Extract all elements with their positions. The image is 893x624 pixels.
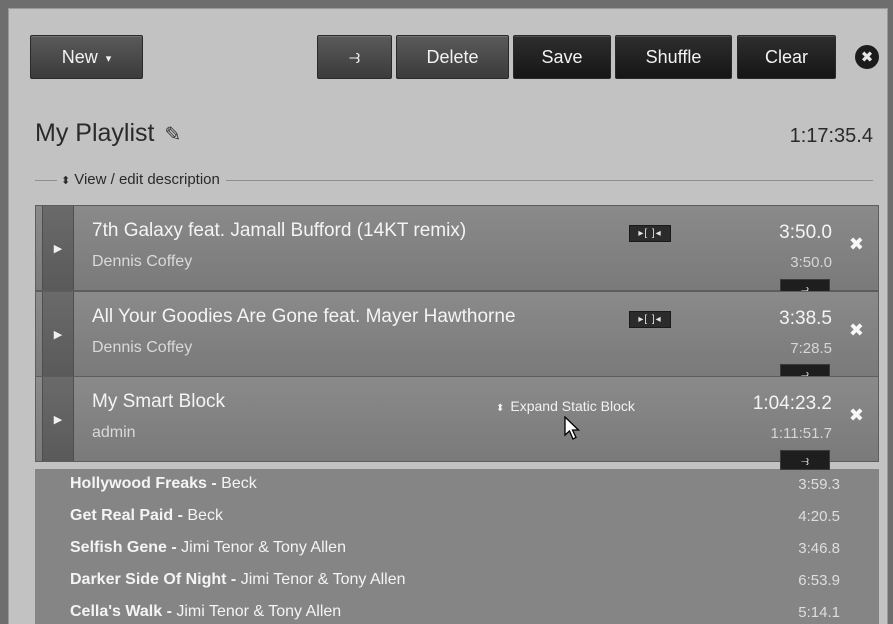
- block-item-title: Cella's Walk -: [70, 603, 177, 620]
- track-title: 7th Galaxy feat. Jamall Bufford (14KT re…: [92, 220, 467, 241]
- track-cumulative-time: 1:11:51.7: [770, 425, 832, 442]
- block-item-length: 5:14.1: [798, 604, 840, 621]
- block-item-title: Get Real Paid -: [70, 507, 188, 524]
- block-item-artist: Beck: [187, 507, 223, 524]
- expand-label: Expand Static Block: [510, 398, 635, 414]
- list-item: Cella's Walk - Jimi Tenor & Tony Allen: [70, 603, 341, 621]
- new-button[interactable]: New ▾: [30, 35, 143, 79]
- save-button-label: Save: [541, 46, 583, 67]
- block-item-length: 3:59.3: [798, 476, 840, 493]
- block-item-length: 3:46.8: [798, 540, 840, 557]
- remove-icon[interactable]: ✖: [849, 234, 864, 255]
- block-item-artist: Beck: [221, 475, 257, 492]
- pencil-icon[interactable]: ✎: [164, 124, 181, 146]
- play-icon: ▶: [53, 328, 63, 341]
- shuffle-button[interactable]: Shuffle: [615, 35, 732, 79]
- track-cumulative-time: 7:28.5: [790, 340, 832, 357]
- block-item-artist: Jimi Tenor & Tony Allen: [240, 571, 406, 588]
- block-item-title: Darker Side Of Night -: [70, 571, 241, 588]
- crossfade-button[interactable]: ⥽: [317, 35, 392, 79]
- track-cumulative-time: 3:50.0: [790, 254, 832, 271]
- close-icon[interactable]: ✖: [855, 45, 879, 69]
- playlist-title: My Playlist: [35, 119, 155, 147]
- expand-static-block-link[interactable]: ⬍ Expand Static Block: [496, 398, 635, 414]
- expand-collapse-icon: ⬍: [496, 403, 505, 414]
- crossfade-icon: ⥽: [348, 45, 361, 68]
- clear-button-label: Clear: [764, 46, 808, 67]
- clear-button[interactable]: Clear: [737, 35, 836, 79]
- track-artist: Dennis Coffey: [92, 253, 193, 270]
- expand-collapse-icon: ⬍: [61, 175, 71, 187]
- play-icon: ▶: [53, 413, 63, 426]
- block-title: My Smart Block: [92, 391, 226, 412]
- block-item-artist: Jimi Tenor & Tony Allen: [181, 539, 346, 556]
- track-length: 3:38.5: [779, 308, 832, 329]
- close-glyph: ✖: [860, 49, 874, 66]
- playlist-total-length: 1:17:35.4: [789, 125, 873, 147]
- shuffle-button-label: Shuffle: [645, 46, 702, 67]
- play-button[interactable]: ▶: [42, 206, 74, 290]
- view-edit-description-toggle[interactable]: ⬍ View / edit description: [57, 171, 226, 188]
- block-item-title: Selfish Gene -: [70, 539, 182, 556]
- crossfade-glyph: ⥽: [801, 451, 809, 468]
- crossfade-icon[interactable]: ⥽: [780, 450, 830, 470]
- page-title: My Playlist ✎: [35, 119, 181, 148]
- block-item-length: 6:53.9: [798, 572, 840, 589]
- play-icon: ▶: [53, 242, 63, 255]
- new-button-label: New: [61, 46, 98, 67]
- track-length: 1:04:23.2: [752, 393, 832, 414]
- smart-block-row[interactable]: ▶ My Smart Block admin ⬍ Expand Static Bl…: [35, 376, 879, 462]
- description-toggle-label: View / edit description: [74, 171, 220, 188]
- remove-icon[interactable]: ✖: [849, 320, 864, 341]
- list-item: Darker Side Of Night - Jimi Tenor & Tony…: [70, 571, 406, 589]
- play-button[interactable]: ▶: [42, 292, 74, 376]
- save-button[interactable]: Save: [513, 35, 611, 79]
- cue-in-out-icon[interactable]: ▸[ ]◂: [629, 225, 671, 242]
- mouse-cursor-icon: [564, 416, 581, 440]
- delete-button-label: Delete: [426, 46, 479, 67]
- delete-button[interactable]: Delete: [396, 35, 509, 79]
- track-artist: Dennis Coffey: [92, 339, 193, 356]
- playlist-row[interactable]: ▶ All Your Goodies Are Gone feat. Mayer …: [35, 291, 879, 377]
- chevron-down-icon: ▾: [105, 52, 112, 65]
- remove-icon[interactable]: ✖: [849, 405, 864, 426]
- cue-in-out-icon[interactable]: ▸[ ]◂: [629, 311, 671, 328]
- track-length: 3:50.0: [779, 222, 832, 243]
- list-item: Get Real Paid - Beck: [70, 507, 223, 525]
- block-item-title: Hollywood Freaks -: [70, 475, 222, 492]
- playlist-panel: New ▾ ⥽ Delete Save Shuffle Clear ✖ My P…: [8, 8, 888, 624]
- play-button[interactable]: ▶: [42, 377, 74, 461]
- block-item-length: 4:20.5: [798, 508, 840, 525]
- playlist-row[interactable]: ▶ 7th Galaxy feat. Jamall Bufford (14KT …: [35, 205, 879, 291]
- block-owner: admin: [92, 424, 136, 441]
- track-title: All Your Goodies Are Gone feat. Mayer Ha…: [92, 306, 516, 327]
- block-item-artist: Jimi Tenor & Tony Allen: [176, 603, 342, 620]
- list-item: Hollywood Freaks - Beck: [70, 475, 257, 493]
- list-item: Selfish Gene - Jimi Tenor & Tony Allen: [70, 539, 346, 557]
